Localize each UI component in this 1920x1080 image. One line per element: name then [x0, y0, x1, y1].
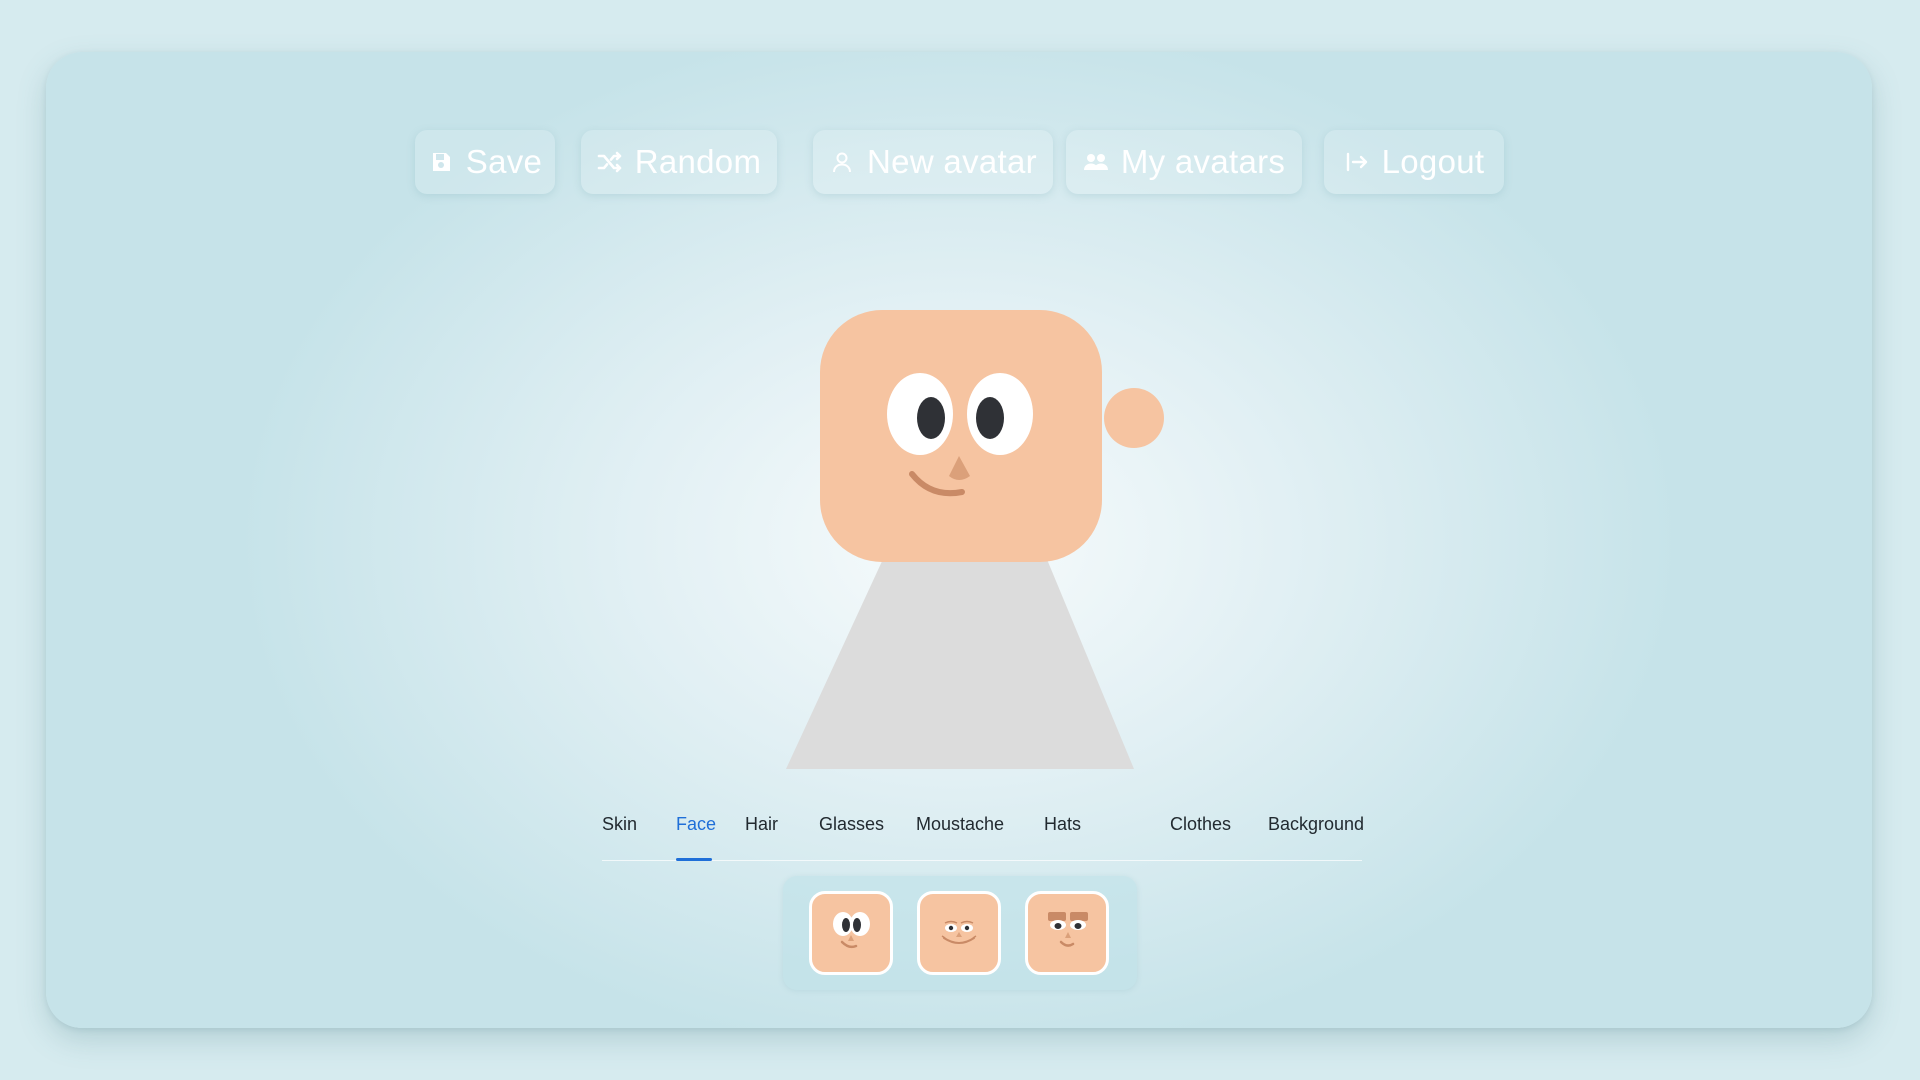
save-icon [428, 149, 454, 175]
new-avatar-button[interactable]: New avatar [813, 130, 1053, 194]
save-label: Save [465, 143, 543, 180]
active-tab-indicator [676, 858, 712, 861]
my-avatars-label: My avatars [1120, 143, 1286, 180]
logout-button[interactable]: Logout [1324, 130, 1504, 194]
avatar-right-ear [1104, 388, 1164, 448]
tab-hats[interactable]: Hats [1044, 814, 1081, 835]
logout-icon [1344, 149, 1370, 175]
tab-glasses[interactable]: Glasses [819, 814, 884, 835]
face-squint-smile-icon [941, 920, 977, 944]
face-options-panel [783, 876, 1137, 990]
tab-moustache[interactable]: Moustache [916, 814, 1004, 835]
avatar-right-pupil [976, 397, 1004, 439]
face-wide-eyes-icon [833, 912, 870, 949]
new-avatar-label: New avatar [867, 143, 1037, 180]
random-button[interactable]: Random [581, 130, 777, 194]
tab-face[interactable]: Face [676, 814, 716, 835]
category-tabs: Skin Face Hair Glasses Moustache Hats Cl… [602, 808, 1364, 861]
avatar-left-eye [887, 373, 953, 455]
logout-label: Logout [1381, 143, 1485, 180]
avatar-right-eye [967, 373, 1033, 455]
app-card: Save Random New avatar My avatars Logout [46, 52, 1872, 1028]
toolbar: Save Random New avatar My avatars Logout [46, 130, 1872, 196]
tab-hair[interactable]: Hair [745, 814, 778, 835]
shuffle-icon [597, 149, 623, 175]
avatar-body [786, 557, 1134, 769]
user-icon [829, 149, 855, 175]
face-option-eyebrows[interactable] [1025, 891, 1109, 975]
tab-skin[interactable]: Skin [602, 814, 637, 835]
face-eyebrows-icon [1048, 912, 1088, 947]
tab-background[interactable]: Background [1268, 814, 1364, 835]
avatar-left-ear [824, 388, 884, 448]
avatar-nose [949, 456, 970, 480]
tab-clothes[interactable]: Clothes [1170, 814, 1231, 835]
my-avatars-button[interactable]: My avatars [1066, 130, 1302, 194]
avatar-left-pupil [917, 397, 945, 439]
users-icon [1083, 149, 1109, 175]
avatar-head [820, 310, 1102, 562]
avatar-mouth [909, 471, 965, 497]
face-option-wide-eyes[interactable] [809, 891, 893, 975]
face-option-squint-smile[interactable] [917, 891, 1001, 975]
save-button[interactable]: Save [415, 130, 555, 194]
random-label: Random [634, 143, 762, 180]
